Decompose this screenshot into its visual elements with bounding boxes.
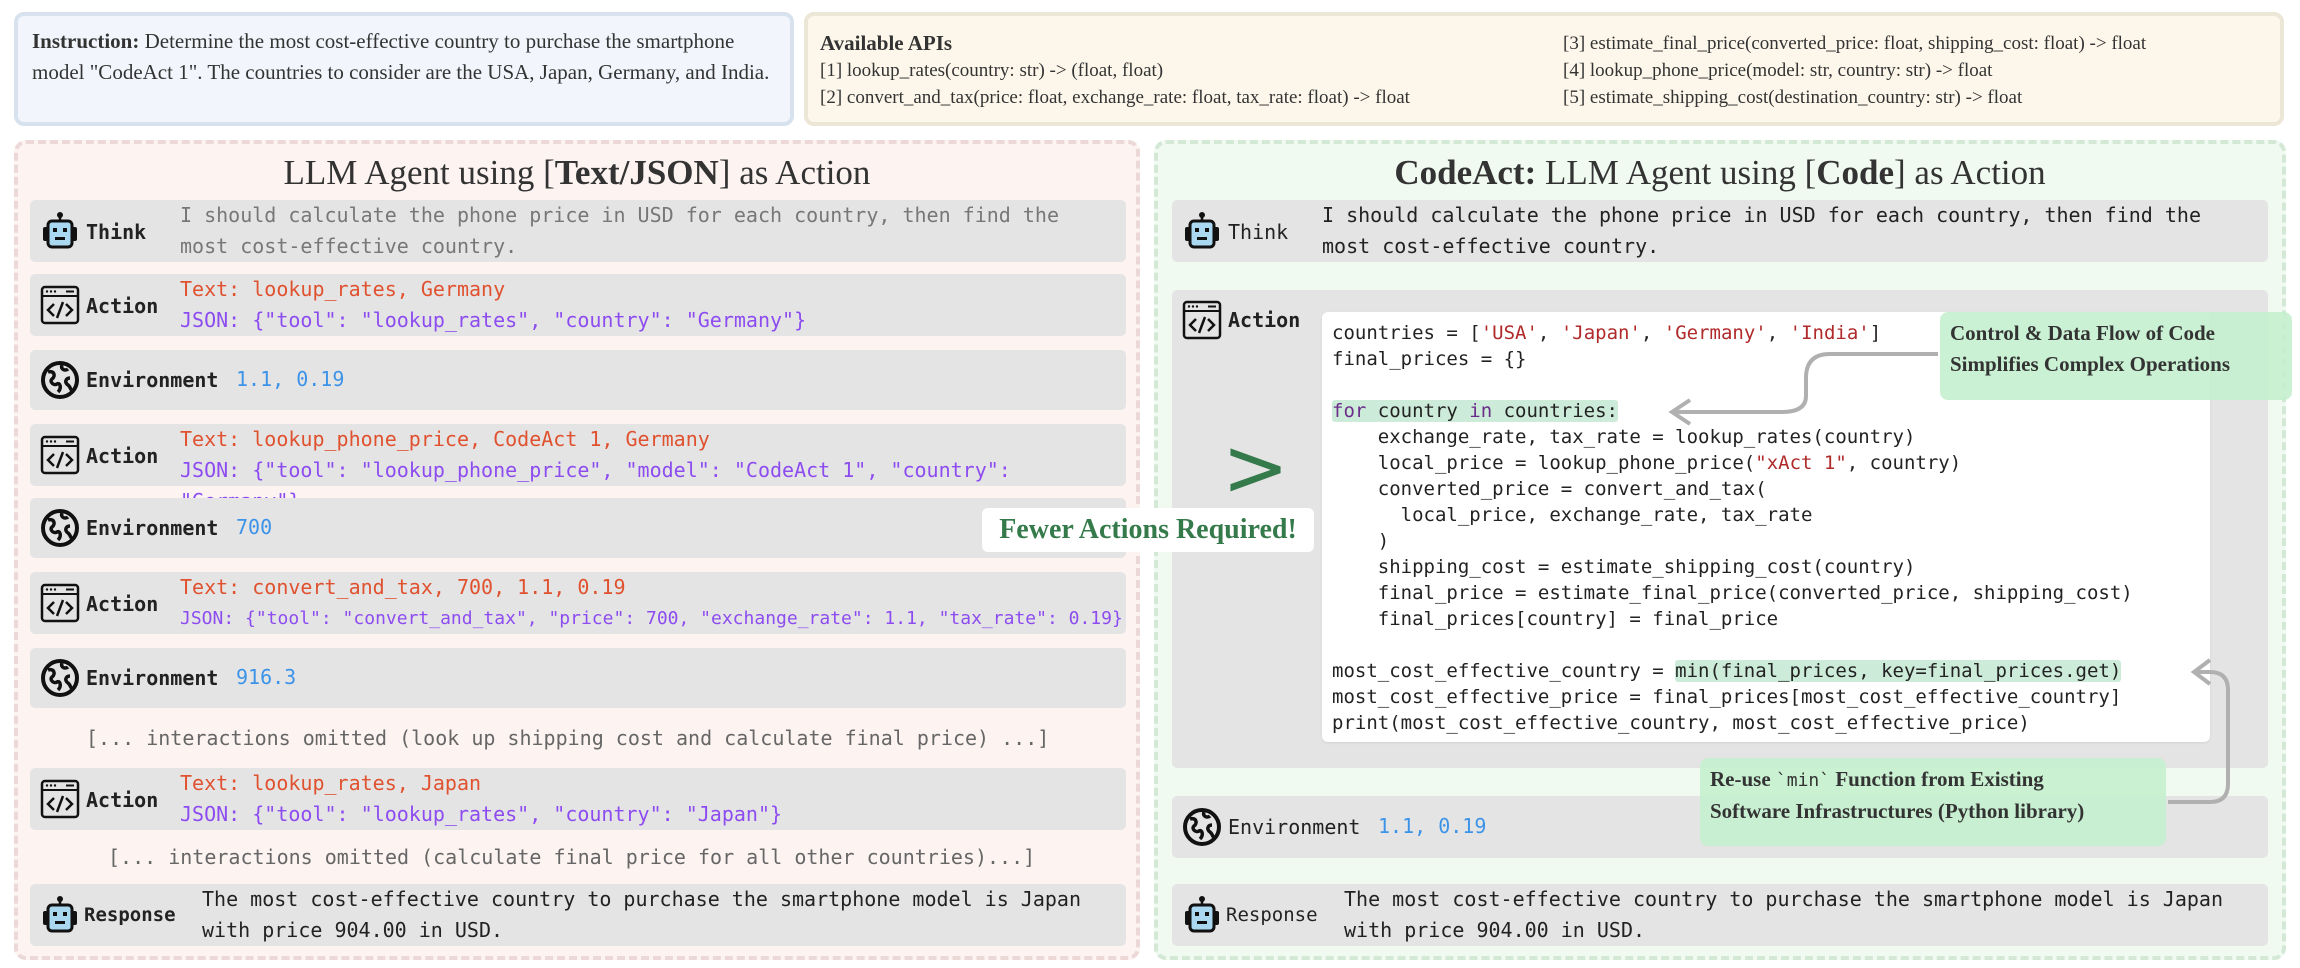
environment-row: Environment 916.3 <box>30 648 1126 708</box>
environment-label: Environment <box>1228 815 1361 839</box>
action-json: JSON: {"tool": "convert_and_tax", "price… <box>180 608 1123 629</box>
globe-icon <box>1183 808 1221 846</box>
action-row: Action Text: lookup_rates, Japan JSON: {… <box>30 768 1126 830</box>
response-row: Response The most cost-effective country… <box>30 884 1126 946</box>
title-bold: CodeAct: <box>1394 153 1537 192</box>
title-bold: Code <box>1816 153 1895 192</box>
code-window-icon <box>40 583 80 623</box>
api-item: [5] estimate_shipping_cost(destination_c… <box>1563 87 2023 108</box>
code-window-icon <box>1182 300 1222 340</box>
api-item: [1] lookup_rates(country: str) -> (float… <box>820 60 1164 81</box>
globe-icon <box>41 659 79 697</box>
environment-value: 1.1, 0.19 <box>236 367 345 391</box>
action-json: JSON: {"tool": "lookup_rates", "country"… <box>180 802 783 826</box>
instruction-label: Instruction: <box>32 29 140 53</box>
omitted-interactions-note: [... interactions omitted (calculate fin… <box>108 845 1036 869</box>
response-label: Response <box>84 904 176 926</box>
code-window-icon <box>40 435 80 475</box>
robot-icon <box>41 895 79 933</box>
robot-icon <box>41 211 79 249</box>
title-text: ] as Action <box>718 153 871 192</box>
action-text: Text: lookup_rates, Japan <box>180 771 482 795</box>
callout-text: Simplifies Complex Operations <box>1950 352 2231 376</box>
fewer-actions-label: Fewer Actions Required! <box>982 508 1314 552</box>
response-text-line: The most cost-effective country to purch… <box>1344 887 2223 911</box>
think-row: Think I should calculate the phone price… <box>30 200 1126 262</box>
think-row: Think I should calculate the phone price… <box>1172 200 2268 262</box>
action-label: Action <box>86 788 159 812</box>
code-window-icon <box>40 779 80 819</box>
environment-label: Environment <box>86 666 219 690</box>
for-loop-highlight: for country in countries: <box>1332 400 1619 422</box>
think-text-line: I should calculate the phone price in US… <box>180 203 1059 227</box>
greater-than-symbol: > <box>1222 421 1290 514</box>
response-text-line: with price 904.00 in USD. <box>202 918 504 942</box>
callout-text: Re-use `min` Function from Existing <box>1710 767 2044 791</box>
control-flow-callout: Control & Data Flow of Code Simplifies C… <box>1940 312 2292 400</box>
environment-row: Environment 1.1, 0.19 <box>30 350 1126 410</box>
response-text-line: The most cost-effective country to purch… <box>202 887 1081 911</box>
think-text-line: most cost-effective country. <box>1322 234 1660 258</box>
title-text: LLM Agent using [ <box>1536 153 1817 192</box>
environment-label: Environment <box>86 368 219 392</box>
robot-icon <box>1183 211 1221 249</box>
api-item: [2] convert_and_tax(price: float, exchan… <box>820 87 1410 108</box>
response-row: Response The most cost-effective country… <box>1172 884 2268 946</box>
action-row: Action Text: lookup_rates, Germany JSON:… <box>30 274 1126 336</box>
think-label: Think <box>86 220 147 244</box>
instruction-box: Instruction: Determine the most cost-eff… <box>14 12 794 126</box>
api-item: [3] estimate_final_price(converted_price… <box>1563 33 2147 54</box>
action-label: Action <box>86 592 159 616</box>
available-apis-box: Available APIs [1] lookup_rates(country:… <box>804 12 2284 126</box>
environment-value: 1.1, 0.19 <box>1378 814 1487 838</box>
title-text: ] as Action <box>1894 153 2046 192</box>
action-label: Action <box>86 444 159 468</box>
callout-text: Software Infrastructures (Python library… <box>1710 799 2085 823</box>
response-label: Response <box>1226 904 1318 926</box>
right-panel-title: CodeAct: LLM Agent using [Code] as Actio… <box>1158 148 2282 198</box>
left-panel-title: LLM Agent using [Text/JSON] as Action <box>18 148 1136 198</box>
environment-row: Environment 700 <box>30 498 1126 558</box>
robot-icon <box>1183 895 1221 933</box>
think-text-line: I should calculate the phone price in US… <box>1322 203 2201 227</box>
environment-value: 916.3 <box>236 665 297 689</box>
environment-value: 700 <box>236 515 273 539</box>
action-label: Action <box>1228 308 1301 332</box>
omitted-interactions-note: [... interactions omitted (look up shipp… <box>86 726 1050 750</box>
title-bold: Text/JSON <box>554 153 719 192</box>
instruction-text: Determine the most cost-effective countr… <box>32 29 770 84</box>
response-text-line: with price 904.00 in USD. <box>1344 918 1646 942</box>
action-label: Action <box>86 294 159 318</box>
globe-icon <box>41 361 79 399</box>
apis-title: Available APIs <box>820 31 953 55</box>
think-text-line: most cost-effective country. <box>180 234 518 258</box>
environment-label: Environment <box>86 516 219 540</box>
action-text: Text: lookup_phone_price, CodeAct 1, Ger… <box>180 427 710 451</box>
think-label: Think <box>1228 220 1289 244</box>
callout-text: Control & Data Flow of Code <box>1950 321 2216 345</box>
code-window-icon <box>40 285 80 325</box>
title-text: LLM Agent using [ <box>283 153 555 192</box>
action-json: JSON: {"tool": "lookup_rates", "country"… <box>180 308 807 332</box>
action-text: Text: convert_and_tax, 700, 1.1, 0.19 <box>180 575 626 599</box>
globe-icon <box>41 509 79 547</box>
action-text: Text: lookup_rates, Germany <box>180 277 506 301</box>
action-row: Action Text: convert_and_tax, 700, 1.1, … <box>30 572 1126 634</box>
min-function-highlight: min(final_prices, key=final_prices.get) <box>1675 660 2122 682</box>
action-row: Action Text: lookup_phone_price, CodeAct… <box>30 424 1126 513</box>
reuse-min-callout: Re-use `min` Function from Existing Soft… <box>1700 758 2166 846</box>
api-item: [4] lookup_phone_price(model: str, count… <box>1563 60 1993 81</box>
